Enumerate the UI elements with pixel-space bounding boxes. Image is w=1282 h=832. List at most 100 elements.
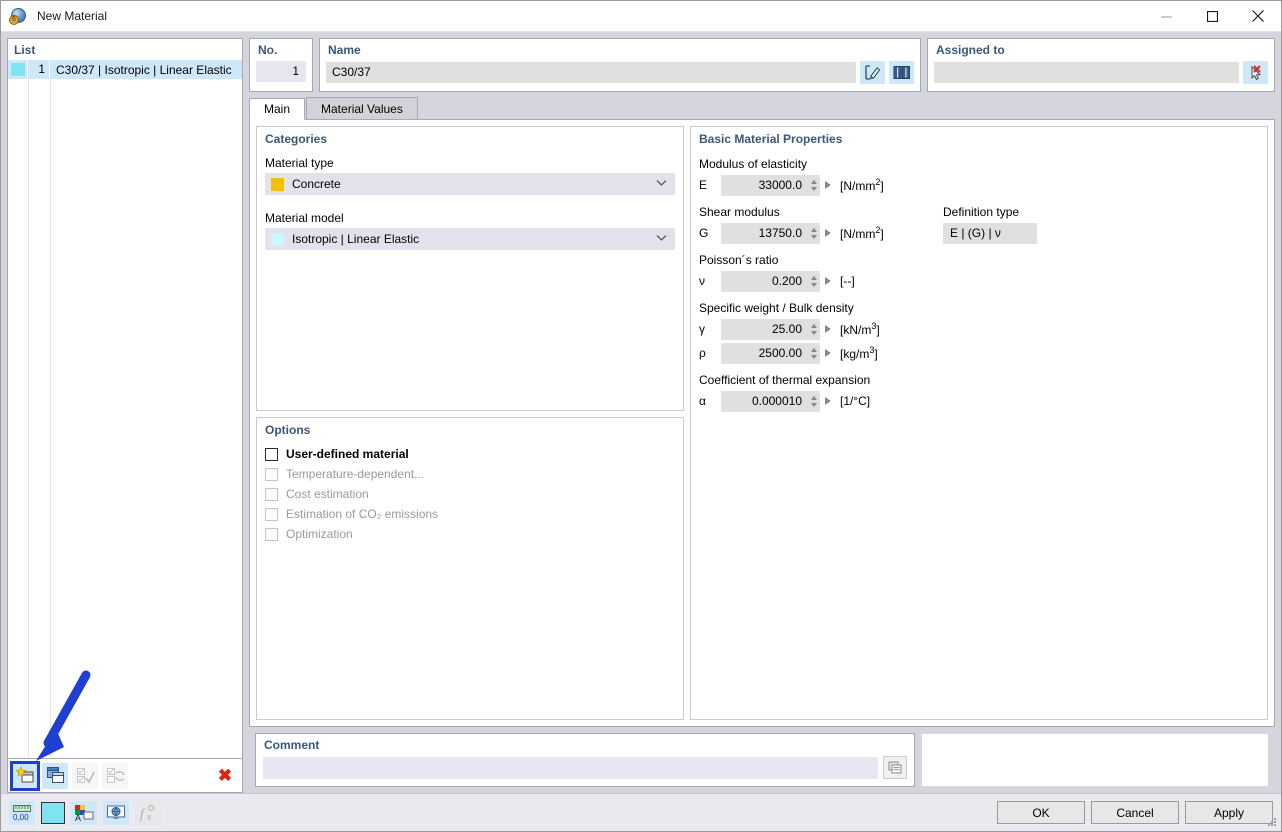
option-label: Optimization	[286, 527, 353, 541]
option-temperature-dependent: Temperature-dependent...	[257, 464, 683, 484]
copy-material-button[interactable]	[42, 762, 68, 789]
thermal-expansion-caption: Coefficient of thermal expansion	[699, 373, 871, 387]
title-bar: 6 New Material	[1, 1, 1281, 32]
name-group: Name C30/37	[319, 38, 921, 92]
rho-unit: [kg/m3]	[840, 345, 878, 361]
gamma-row: γ 25.00 [kN/m3]	[699, 318, 1267, 340]
apply-button[interactable]: Apply	[1185, 801, 1273, 824]
material-model-value: Isotropic | Linear Elastic	[292, 232, 420, 246]
dialog-body: List 1 C30/37 | Isotropic | Linear Elast…	[1, 32, 1281, 793]
alpha-symbol: α	[699, 394, 706, 408]
tab-main[interactable]: Main	[249, 98, 306, 120]
option-label: User-defined material	[286, 447, 409, 461]
comment-templates-icon[interactable]	[883, 756, 907, 779]
name-label: Name	[328, 43, 361, 57]
gamma-expand-icon[interactable]	[825, 325, 831, 333]
cursor-red-x-icon[interactable]	[1243, 61, 1268, 84]
shear-input[interactable]: 13750.0	[721, 222, 807, 244]
properties-column: Basic Material Properties Modulus of ela…	[690, 126, 1268, 720]
alpha-expand-icon[interactable]	[825, 397, 831, 405]
list-toolbar: ✖	[7, 670, 243, 793]
shear-row: G 13750.0 [N/mm2]	[699, 222, 943, 244]
ok-button[interactable]: OK	[997, 801, 1085, 824]
rho-input[interactable]: 2500.00	[721, 342, 807, 364]
material-type-value: Concrete	[292, 177, 341, 191]
main-column: No. 1 Name C30/37 Assigned to Main Mater…	[249, 38, 1275, 793]
shear-definition-row: Shear modulus G 13750.0 [N/mm2] Definiti…	[699, 198, 1267, 246]
number-input[interactable]: 1	[256, 61, 306, 82]
tab-strip: Main Material Values	[249, 97, 1275, 120]
comment-group: Comment	[255, 733, 915, 787]
new-material-button[interactable]	[10, 760, 40, 791]
material-list-panel: List 1 C30/37 | Isotropic | Linear Elast…	[7, 38, 243, 759]
monitor-globe-icon[interactable]	[103, 800, 129, 825]
list-column: List 1 C30/37 | Isotropic | Linear Elast…	[7, 38, 243, 793]
assigned-to-group: Assigned to	[927, 38, 1275, 92]
material-color-swatch	[10, 63, 25, 76]
tabs-container: Main Material Values	[249, 97, 1275, 120]
option-co2-emissions: Estimation of CO₂ emissions	[257, 504, 683, 524]
material-type-swatch	[271, 177, 284, 191]
material-ball-icon: 6	[9, 6, 29, 26]
book-library-icon[interactable]	[889, 61, 914, 84]
maximize-button[interactable]	[1189, 1, 1235, 31]
shear-stepper[interactable]	[807, 222, 820, 244]
option-label: Estimation of CO₂ emissions	[286, 507, 439, 521]
checkbox-icon[interactable]	[265, 447, 278, 461]
delete-material-button[interactable]: ✖	[212, 763, 238, 789]
gamma-stepper[interactable]	[807, 318, 820, 340]
select-all-button	[72, 762, 98, 789]
rho-expand-icon[interactable]	[825, 349, 831, 357]
gamma-unit: [kN/m3]	[840, 321, 880, 337]
categories-options-column: Categories Material type Concrete Materi…	[256, 126, 684, 720]
preview-panel	[921, 733, 1269, 787]
invert-selection-button	[102, 762, 128, 789]
edit-pencil-box-icon[interactable]	[860, 61, 885, 84]
option-label: Temperature-dependent...	[286, 467, 425, 481]
color-swatch-icon[interactable]	[41, 801, 65, 824]
chevron-down-icon	[656, 180, 667, 186]
poisson-expand-icon[interactable]	[825, 277, 831, 285]
name-input[interactable]: C30/37	[326, 62, 856, 83]
decimal-places-icon[interactable]: 0,00	[9, 800, 35, 825]
modulus-expand-icon[interactable]	[825, 181, 831, 189]
list-title: List	[14, 43, 36, 57]
alpha-stepper[interactable]	[807, 390, 820, 412]
assigned-to-input[interactable]	[934, 62, 1239, 83]
red-x-icon: ✖	[217, 766, 233, 785]
shear-symbol: G	[699, 226, 709, 240]
gamma-symbol: γ	[699, 322, 705, 336]
chevron-down-icon	[656, 235, 667, 241]
checkbox-icon	[265, 507, 278, 521]
modulus-row: E 33000.0 [N/mm2]	[699, 174, 1267, 196]
rho-stepper[interactable]	[807, 342, 820, 364]
poisson-caption: Poisson´s ratio	[699, 253, 779, 267]
checkbox-icon	[265, 527, 278, 541]
material-type-select[interactable]: Concrete	[265, 173, 675, 195]
close-button[interactable]	[1235, 1, 1281, 31]
comment-label: Comment	[264, 738, 320, 752]
shear-expand-icon[interactable]	[825, 229, 831, 237]
definition-type-value[interactable]: E | (G) | ν	[943, 222, 1037, 244]
modulus-caption: Modulus of elasticity	[699, 157, 808, 171]
resize-grip[interactable]	[1266, 816, 1278, 828]
rho-symbol: ρ	[699, 346, 706, 360]
poisson-input[interactable]: 0.200	[721, 270, 807, 292]
minimize-button[interactable]	[1143, 1, 1189, 31]
color-font-icon[interactable]: A	[71, 800, 97, 825]
svg-text:A: A	[75, 813, 81, 822]
checkbox-icon	[265, 467, 278, 481]
modulus-stepper[interactable]	[807, 174, 820, 196]
gamma-input[interactable]: 25.00	[721, 318, 807, 340]
material-model-select[interactable]: Isotropic | Linear Elastic	[265, 228, 675, 250]
header-fields-row: No. 1 Name C30/37 Assigned to	[249, 38, 1275, 92]
cancel-button[interactable]: Cancel	[1091, 801, 1179, 824]
option-user-defined-material[interactable]: User-defined material	[257, 441, 683, 464]
comment-input[interactable]	[263, 756, 878, 779]
table-row[interactable]: 1 C30/37 | Isotropic | Linear Elastic	[8, 60, 242, 79]
modulus-input[interactable]: 33000.0	[721, 174, 807, 196]
tab-material-values[interactable]: Material Values	[306, 97, 418, 119]
alpha-input[interactable]: 0.000010	[721, 390, 807, 412]
poisson-stepper[interactable]	[807, 270, 820, 292]
basic-material-properties-panel: Basic Material Properties Modulus of ela…	[690, 126, 1268, 720]
